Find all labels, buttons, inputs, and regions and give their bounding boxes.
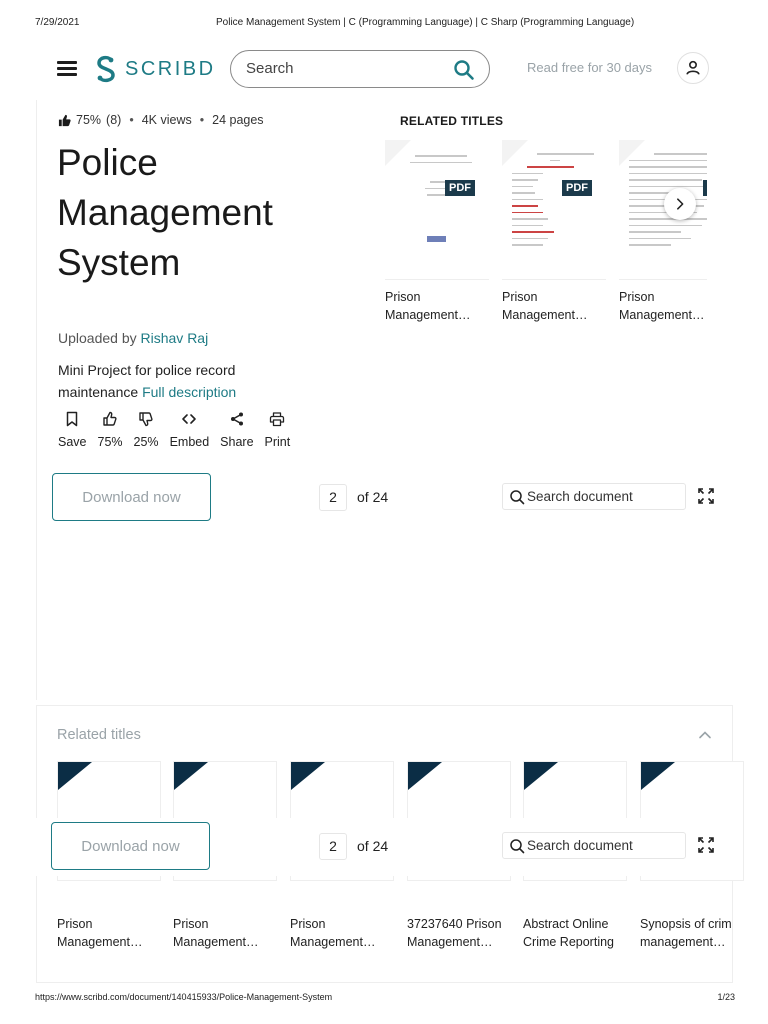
document-search-input[interactable]	[527, 489, 677, 504]
related-titles-heading: RELATED TITLES	[400, 114, 504, 128]
related-title-label: Prison Management…	[619, 290, 705, 322]
page-count: 24 pages	[212, 113, 264, 127]
fullscreen-icon[interactable]	[696, 486, 716, 506]
downvote-button[interactable]: 25%	[134, 411, 159, 449]
print-page-number: 1/23	[717, 992, 735, 1002]
downvote-label: 25%	[133, 435, 159, 449]
full-description-link[interactable]: Full description	[142, 384, 236, 400]
thumbs-down-icon	[139, 412, 153, 427]
print-header: 7/29/2021 Police Management System | C (…	[0, 17, 768, 31]
pdf-badge: PDF	[703, 180, 707, 196]
search-box[interactable]	[230, 50, 490, 88]
menu-icon[interactable]	[57, 61, 77, 77]
download-now-button[interactable]: Download now	[52, 473, 211, 521]
related-title-card[interactable]: PDF Prison Management…	[385, 140, 489, 324]
document-search-input[interactable]	[527, 838, 677, 853]
download-now-button[interactable]: Download now	[51, 822, 210, 870]
print-date: 7/29/2021	[35, 17, 80, 28]
title-line: Management	[57, 192, 273, 233]
print-footer: https://www.scribd.com/document/14041593…	[0, 992, 768, 1006]
related-title-label: Prison Management…	[502, 290, 588, 322]
document-toolbar: Download now 2 of 24	[36, 473, 733, 523]
embed-button[interactable]: Embed	[169, 411, 210, 449]
separator-dot: •	[129, 113, 134, 127]
read-free-link[interactable]: Read free for 30 days	[527, 60, 652, 75]
related-title-label: Prison Management…	[290, 917, 376, 949]
related-title-thumbnail: PDF	[502, 140, 606, 280]
doc-stats: 75% (8) • 4K views • 24 pages	[58, 113, 264, 127]
top-nav: SCRIBD Read free for 30 days	[0, 44, 768, 96]
logo-text: SCRIBD	[125, 57, 216, 80]
document-description: Mini Project for police record maintenan…	[58, 359, 308, 403]
save-button[interactable]: Save	[58, 411, 87, 449]
code-icon	[182, 414, 197, 424]
related-title-thumbnail: PDF	[385, 140, 489, 280]
separator-dot: •	[199, 113, 205, 127]
print-button[interactable]: Print	[264, 411, 291, 449]
view-count: 4K views	[141, 113, 192, 127]
fullscreen-icon[interactable]	[696, 835, 716, 855]
related-title-label: Prison Management…	[57, 917, 143, 949]
pdf-badge: PDF	[445, 180, 475, 196]
user-icon	[686, 60, 700, 75]
document-search-box[interactable]	[502, 483, 686, 510]
search-input[interactable]	[246, 60, 446, 77]
scribd-logo[interactable]: SCRIBD	[94, 54, 216, 84]
scribd-logo-icon	[97, 55, 115, 83]
search-icon	[510, 490, 525, 505]
page-total: of 24	[357, 838, 389, 854]
uploaded-by: Uploaded by Rishav Raj	[58, 330, 208, 346]
related-title-label: Prison Management…	[173, 917, 259, 949]
related-title-label: 37237640 Prison Management…	[407, 917, 502, 949]
rating-percent: 75%	[76, 113, 102, 127]
page-total: of 24	[357, 489, 389, 505]
related-titles-heading: Related titles	[57, 727, 141, 743]
related-title-label: Prison Management…	[385, 290, 471, 322]
page-number-input[interactable]: 2	[319, 484, 347, 511]
sticky-document-toolbar: Download now 2 of 24	[36, 822, 733, 872]
chevron-right-icon	[677, 198, 684, 210]
upvote-label: 75%	[97, 435, 123, 449]
thumbs-up-filled-icon	[58, 114, 71, 126]
related-title-card[interactable]: PDF Prison Management…	[619, 140, 707, 324]
author-link[interactable]: Rishav Raj	[141, 330, 209, 346]
print-label: Print	[264, 435, 291, 449]
search-icon[interactable]	[453, 59, 475, 81]
document-search-box[interactable]	[502, 832, 686, 859]
related-title-card[interactable]: PDF Prison Management…	[502, 140, 606, 324]
action-bar: Save 75% 25% Embed Share Print	[58, 411, 301, 449]
chevron-up-icon[interactable]	[696, 726, 714, 744]
title-line: System	[57, 242, 181, 283]
carousel-next-button[interactable]	[664, 188, 696, 220]
title-line: Police	[57, 142, 158, 183]
save-label: Save	[58, 435, 87, 449]
pdf-badge: PDF	[562, 180, 592, 196]
related-title-label: Abstract Online Crime Reporting	[523, 917, 615, 949]
print-title: Police Management System | C (Programmin…	[216, 17, 635, 28]
share-icon	[230, 412, 243, 426]
page-number-input[interactable]: 2	[319, 833, 347, 860]
share-button[interactable]: Share	[220, 411, 254, 449]
related-title-label: Synopsis of crime management…	[640, 917, 732, 949]
share-label: Share	[220, 435, 254, 449]
printer-icon	[270, 412, 285, 427]
uploaded-by-label: Uploaded by	[58, 330, 137, 346]
print-url: https://www.scribd.com/document/14041593…	[35, 992, 333, 1002]
user-button[interactable]	[677, 52, 709, 84]
upvote-button[interactable]: 75%	[98, 411, 123, 449]
bookmark-icon	[67, 411, 78, 427]
embed-label: Embed	[169, 435, 210, 449]
search-icon	[510, 839, 525, 854]
thumbs-up-icon	[103, 411, 117, 426]
document-title: Police Management System	[57, 138, 377, 288]
rating-count: (8)	[106, 113, 122, 127]
